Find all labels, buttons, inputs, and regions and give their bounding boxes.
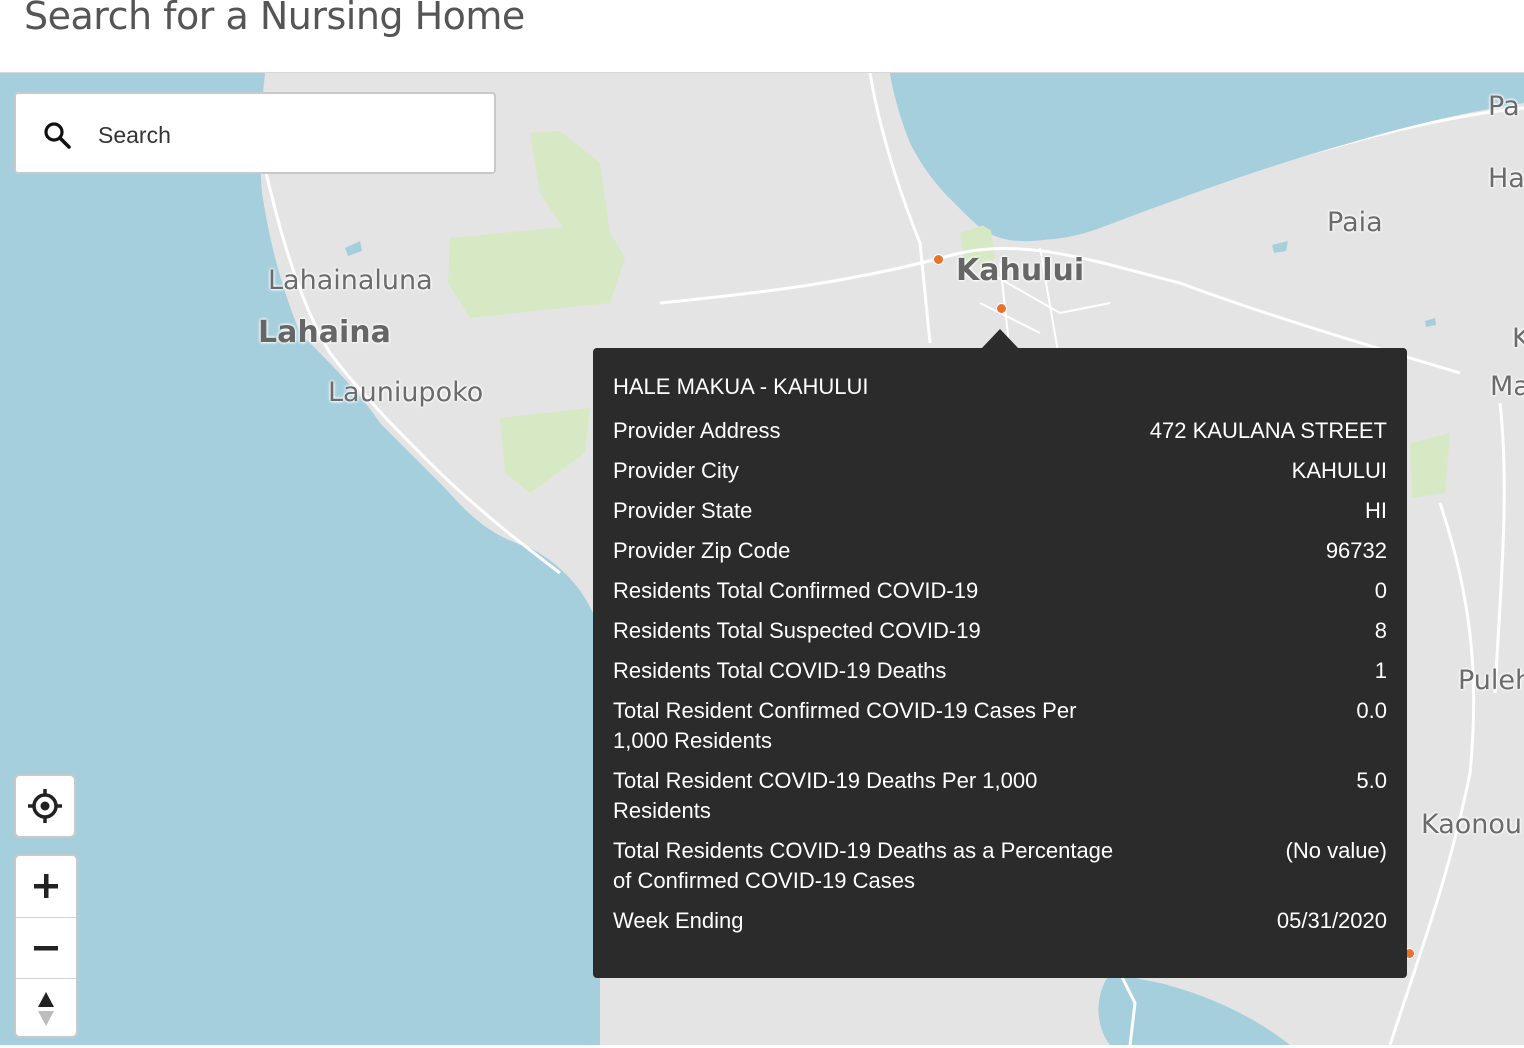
place-label-lahainaluna: Lahainaluna [268, 265, 433, 296]
popup-row-label: Total Residents COVID-19 Deaths as a Per… [613, 838, 1114, 893]
place-label-paia: Paia [1327, 207, 1383, 238]
popup-row: Residents Total Confirmed COVID-19 0 [613, 576, 1387, 616]
plus-icon [34, 874, 58, 898]
zoom-controls [14, 854, 78, 1038]
popup-title: HALE MAKUA - KAHULUI [613, 374, 869, 399]
popup-row-value: 0 [1374, 578, 1387, 603]
zoom-in-button[interactable] [16, 856, 76, 916]
page-header: Search for a Nursing Home [0, 0, 1524, 73]
popup-row-label: Provider State [613, 498, 753, 523]
popup-row: Provider Zip Code 96732 [613, 536, 1387, 576]
popup-row-value: 0.0 [1356, 698, 1387, 723]
place-label-puleh: Puleh [1458, 665, 1524, 696]
popup-row: Total Residents COVID-19 Deaths as a Per… [613, 836, 1387, 906]
road [1118, 972, 1137, 1045]
map-view[interactable]: Lahainaluna Lahaina Launiupoko Kahului P… [0, 73, 1524, 1045]
popup-row-label: Residents Total Confirmed COVID-19 [613, 578, 979, 603]
search-input[interactable] [96, 114, 480, 156]
place-label-launiupoko: Launiupoko [328, 377, 484, 408]
popup-attribute-table: Provider Address 472 KAULANA STREET Provid… [613, 416, 1387, 946]
popup-row-label: Residents Total Suspected COVID-19 [613, 618, 981, 643]
place-label-kaonou: Kaonou [1421, 809, 1523, 840]
place-label-kahului: Kahului [956, 253, 1085, 288]
popup-row-label: Provider City [613, 458, 739, 483]
popup-row-label: Total Resident Confirmed COVID-19 Cases … [613, 698, 1077, 753]
nursing-home-marker-selected[interactable] [996, 303, 1007, 314]
place-label-k: K [1512, 323, 1524, 354]
popup-row-value: 5.0 [1356, 768, 1387, 793]
place-label-pa: Pa [1488, 91, 1520, 122]
popup-row: Residents Total Suspected COVID-19 8 [613, 616, 1387, 656]
popup-row-label: Week Ending [613, 908, 744, 933]
popup-row-value: 96732 [1325, 538, 1387, 563]
popup-row-label: Provider Zip Code [613, 538, 791, 563]
popup-row: Provider City KAHULUI [613, 456, 1387, 496]
popup-row: Provider Address 472 KAULANA STREET [613, 416, 1387, 456]
zoom-out-button[interactable] [16, 917, 76, 978]
place-label-ma: Ma [1490, 371, 1524, 402]
info-popup: HALE MAKUA - KAHULUI Provider Address 472… [593, 329, 1407, 978]
place-label-lahaina: Lahaina [258, 315, 391, 350]
page-title: Search for a Nursing Home [24, 0, 525, 38]
popup-row-value: HI [1365, 498, 1387, 523]
search-icon [44, 122, 71, 149]
crosshair-icon [28, 789, 62, 823]
popup-pointer [981, 329, 1019, 349]
park-area [1410, 433, 1450, 498]
popup-row: Provider State HI [613, 496, 1387, 536]
popup-row-value: 8 [1374, 618, 1387, 643]
popup-row: Week Ending 05/31/2020 [613, 906, 1387, 946]
minus-icon [34, 946, 58, 951]
popup-row-value: 1 [1374, 658, 1387, 683]
popup-row-label: Residents Total COVID-19 Deaths [613, 658, 947, 683]
locate-button[interactable] [14, 774, 76, 838]
popup-row-value: 472 KAULANA STREET [1149, 418, 1387, 443]
compass-button[interactable] [16, 978, 76, 1039]
popup-row: Residents Total COVID-19 Deaths 1 [613, 656, 1387, 696]
compass-icon [38, 992, 54, 1026]
popup-row-label: Total Resident COVID-19 Deaths Per 1,000… [613, 768, 1038, 823]
popup-row: Total Resident COVID-19 Deaths Per 1,000… [613, 766, 1387, 836]
place-label-ha: Ha [1488, 163, 1524, 194]
popup-row-value: (No value) [1285, 838, 1387, 863]
popup-row-label: Provider Address [613, 418, 781, 443]
nursing-home-marker[interactable] [933, 254, 944, 265]
search-box[interactable] [14, 92, 496, 174]
popup-row-value: KAHULUI [1291, 458, 1387, 483]
popup-row-value: 05/31/2020 [1276, 908, 1387, 933]
park-area [448, 223, 625, 318]
popup-row: Total Resident Confirmed COVID-19 Cases … [613, 696, 1387, 766]
